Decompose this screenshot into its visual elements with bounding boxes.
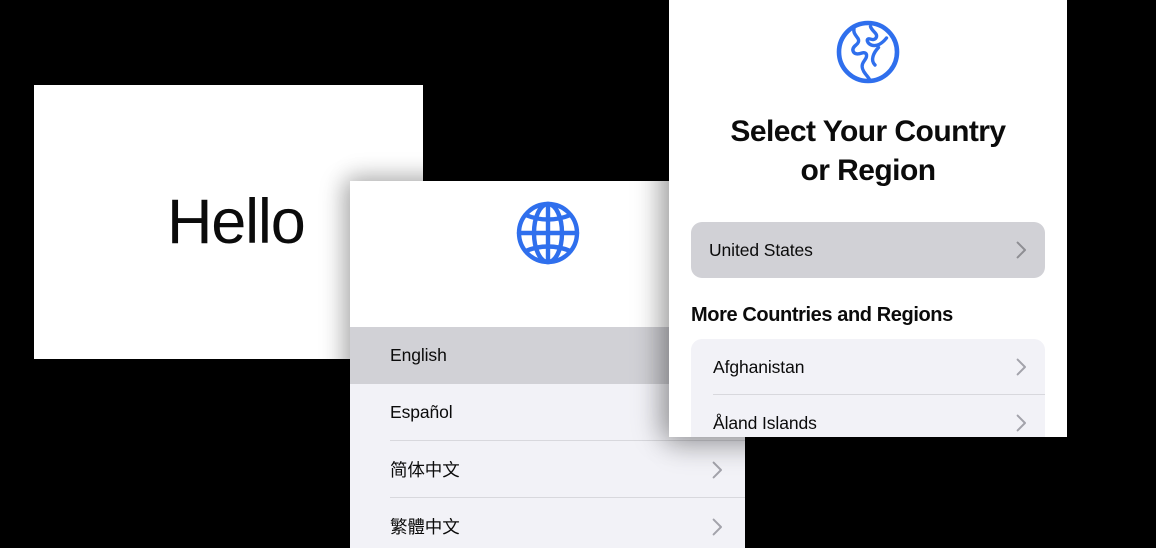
country-selection-panel: Select Your Country or Region United Sta… xyxy=(669,0,1067,437)
page-title: Select Your Country or Region xyxy=(669,104,1067,190)
list-item[interactable]: Åland Islands xyxy=(691,395,1045,437)
globe-americas-icon-wrap xyxy=(669,0,1067,104)
language-label: Español xyxy=(390,402,453,422)
country-list: Afghanistan Åland Islands xyxy=(691,339,1045,437)
list-item[interactable]: 简体中文 xyxy=(350,441,745,498)
page-title-line-2: or Region xyxy=(800,154,936,187)
chevron-right-icon xyxy=(712,461,723,479)
list-item[interactable]: Afghanistan xyxy=(691,339,1045,395)
country-label: Åland Islands xyxy=(713,412,817,433)
language-label: 简体中文 xyxy=(390,460,460,480)
page-title-line-1: Select Your Country xyxy=(730,115,1006,148)
language-label: 繁體中文 xyxy=(390,517,460,537)
list-item[interactable]: 繁體中文 xyxy=(350,498,745,548)
screenshot-stage: Hello English Español 简体中文 繁體中文 Select Y… xyxy=(0,0,1156,548)
greeting-text: Hello xyxy=(167,186,306,257)
chevron-right-icon xyxy=(712,518,723,536)
chevron-right-icon xyxy=(1016,241,1027,259)
language-label: English xyxy=(390,345,447,365)
globe-wireframe-icon xyxy=(516,201,579,264)
selected-country-row[interactable]: United States xyxy=(691,222,1045,278)
country-label: Afghanistan xyxy=(713,356,805,377)
globe-americas-icon xyxy=(836,20,900,84)
chevron-right-icon xyxy=(1016,358,1027,376)
selected-country-label: United States xyxy=(709,239,813,260)
chevron-right-icon xyxy=(1016,414,1027,432)
more-countries-heading: More Countries and Regions xyxy=(691,304,953,326)
